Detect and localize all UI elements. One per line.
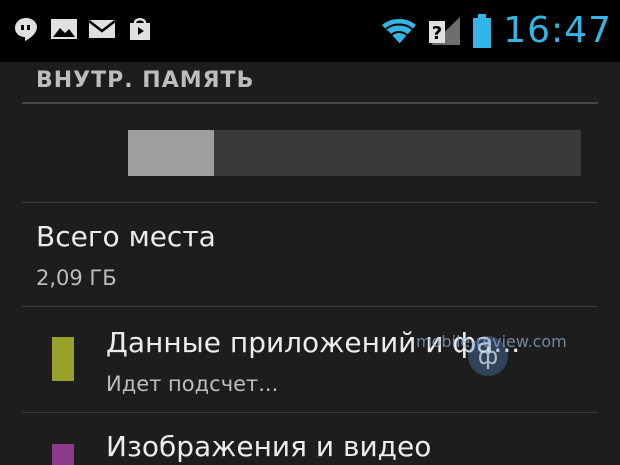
apps-data-subtitle: Идет подсчет... bbox=[106, 372, 279, 396]
gallery-icon bbox=[50, 16, 78, 42]
watermark-text: mobile-review.com bbox=[416, 332, 567, 351]
clock: 16:47 bbox=[503, 10, 612, 51]
divider bbox=[22, 412, 598, 413]
storage-screen[interactable]: ВНУТР. ПАМЯТЬ Всего места 2,09 ГБ Данные… bbox=[0, 62, 620, 465]
wifi-icon bbox=[381, 18, 417, 45]
section-header-internal-storage: ВНУТР. ПАМЯТЬ bbox=[36, 68, 255, 93]
system-status[interactable]: ? 16:47 bbox=[381, 8, 612, 54]
status-bar[interactable]: ? 16:47 bbox=[0, 0, 620, 62]
notification-icons[interactable] bbox=[12, 16, 154, 42]
pictures-video-title: Изображения и видео bbox=[106, 430, 432, 463]
gmail-icon bbox=[88, 16, 116, 42]
pictures-video-color-swatch bbox=[52, 444, 74, 465]
storage-usage-bar bbox=[128, 130, 581, 176]
total-space-value: 2,09 ГБ bbox=[36, 266, 117, 290]
no-sim-icon: ? bbox=[427, 17, 461, 45]
svg-text:?: ? bbox=[432, 23, 442, 44]
total-space-title: Всего места bbox=[36, 220, 216, 253]
apps-data-color-swatch bbox=[52, 337, 74, 381]
storage-usage-fill bbox=[128, 130, 215, 176]
section-header-divider bbox=[22, 102, 598, 104]
hangouts-icon bbox=[12, 16, 40, 42]
shopping-bag-icon bbox=[126, 16, 154, 42]
divider bbox=[22, 306, 598, 307]
battery-icon bbox=[471, 14, 493, 48]
divider bbox=[22, 202, 598, 203]
